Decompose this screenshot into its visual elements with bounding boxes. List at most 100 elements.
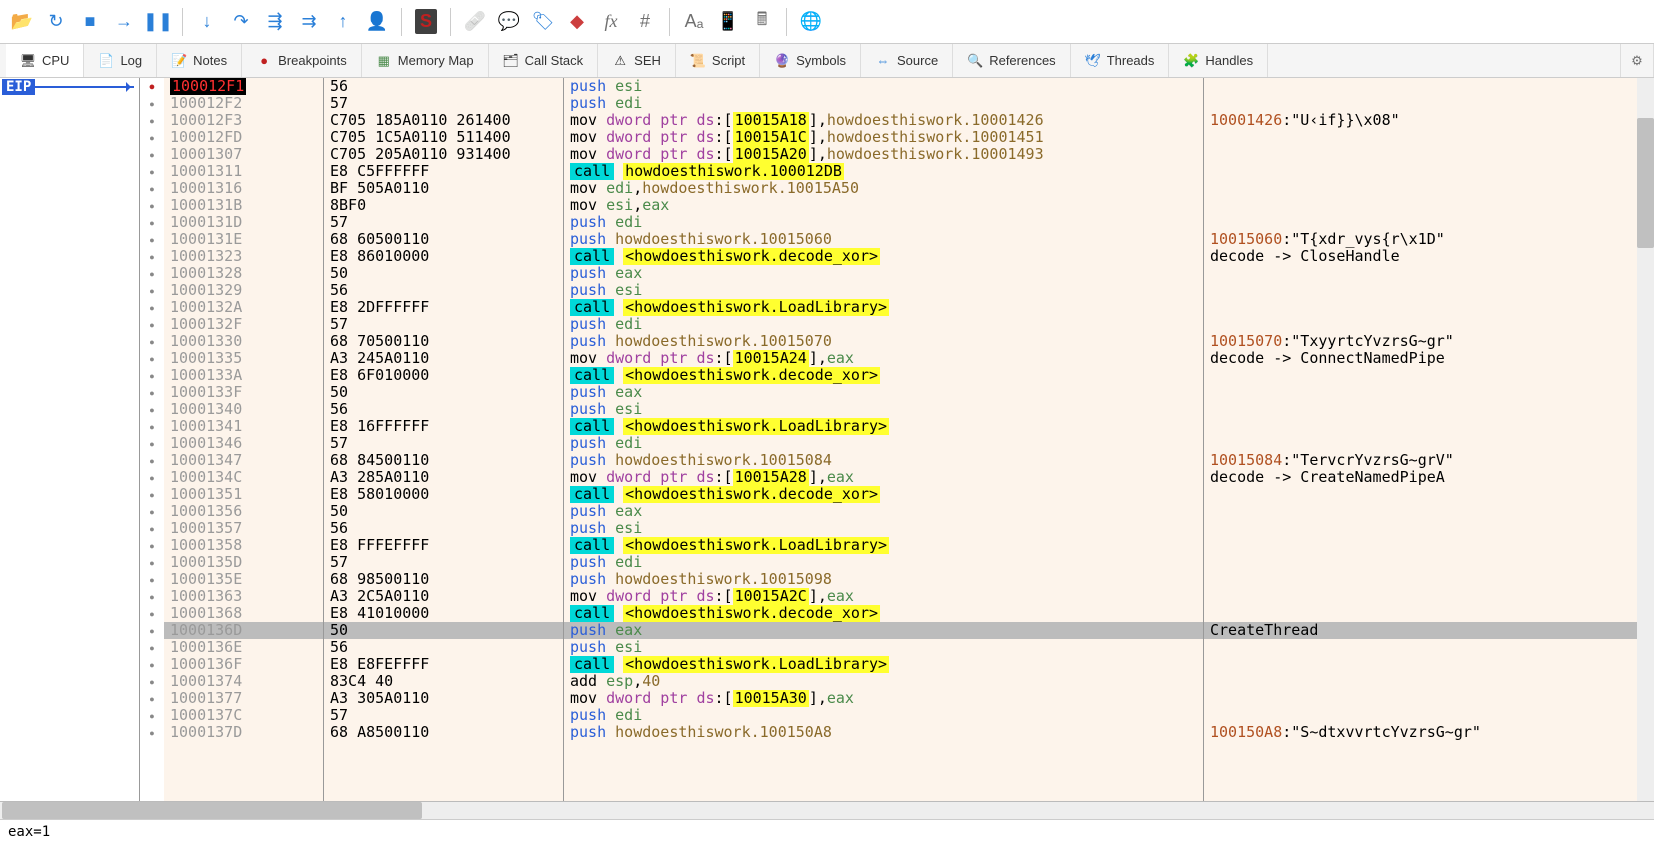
tab-references[interactable]: 🔍References: [953, 44, 1070, 77]
comment-cell[interactable]: 10015060:"T{xdr_vys{r\x1D": [1204, 231, 1654, 248]
comment-cell[interactable]: [1204, 129, 1654, 146]
bullet[interactable]: ●: [140, 571, 164, 588]
functions-icon[interactable]: fx: [595, 6, 627, 38]
disasm-cell[interactable]: call <howdoesthiswork.LoadLibrary>: [564, 537, 1203, 554]
comment-cell[interactable]: [1204, 367, 1654, 384]
disasm-cell[interactable]: mov dword ptr ds:[10015A30],eax: [564, 690, 1203, 707]
address-cell[interactable]: 10001341: [164, 418, 323, 435]
restart-icon[interactable]: ↻: [40, 6, 72, 38]
tab-options[interactable]: ⚙: [1620, 44, 1654, 77]
comment-cell[interactable]: [1204, 282, 1654, 299]
bullet[interactable]: ●: [140, 724, 164, 741]
comment-cell[interactable]: [1204, 401, 1654, 418]
bullet[interactable]: ●: [140, 248, 164, 265]
settings-icon[interactable]: 🌐: [795, 6, 827, 38]
disasm-cell[interactable]: push eax: [564, 384, 1203, 401]
bytes-cell[interactable]: 57: [324, 316, 563, 333]
bytes-cell[interactable]: 8BF0: [324, 197, 563, 214]
bytes-cell[interactable]: 57: [324, 214, 563, 231]
bullet[interactable]: ●: [140, 469, 164, 486]
comment-cell[interactable]: decode -> CreateNamedPipeA: [1204, 469, 1654, 486]
comment-cell[interactable]: [1204, 214, 1654, 231]
bytes-cell[interactable]: E8 2DFFFFFF: [324, 299, 563, 316]
bullet[interactable]: ●: [140, 163, 164, 180]
comment-cell[interactable]: [1204, 146, 1654, 163]
disasm-cell[interactable]: mov dword ptr ds:[10015A24],eax: [564, 350, 1203, 367]
bytes-cell[interactable]: 57: [324, 554, 563, 571]
comment-cell[interactable]: [1204, 316, 1654, 333]
bytes-cell[interactable]: 50: [324, 622, 563, 639]
comments-icon[interactable]: 💬: [493, 6, 525, 38]
disasm-cell[interactable]: mov esi,eax: [564, 197, 1203, 214]
address-cell[interactable]: 10001346: [164, 435, 323, 452]
bullet[interactable]: ●: [140, 146, 164, 163]
bullet[interactable]: ●: [140, 214, 164, 231]
bytes-cell[interactable]: 83C4 40: [324, 673, 563, 690]
bytes-cell[interactable]: 57: [324, 707, 563, 724]
disasm-cell[interactable]: push esi: [564, 401, 1203, 418]
run-till-return-icon[interactable]: ↑: [327, 6, 359, 38]
bullet[interactable]: ●: [140, 265, 164, 282]
address-cell[interactable]: 1000135E: [164, 571, 323, 588]
disasm-cell[interactable]: push edi: [564, 95, 1203, 112]
bytes-cell[interactable]: 68 84500110: [324, 452, 563, 469]
bytes-cell[interactable]: BF 505A0110: [324, 180, 563, 197]
bytes-cell[interactable]: E8 58010000: [324, 486, 563, 503]
disasm-cell[interactable]: call <howdoesthiswork.decode_xor>: [564, 248, 1203, 265]
bytes-cell[interactable]: 56: [324, 639, 563, 656]
bytes-cell[interactable]: C705 1C5A0110 511400: [324, 129, 563, 146]
comment-cell[interactable]: [1204, 673, 1654, 690]
bullet[interactable]: ●: [140, 333, 164, 350]
bytes-cell[interactable]: 56: [324, 401, 563, 418]
comment-cell[interactable]: [1204, 180, 1654, 197]
disasm-cell[interactable]: push edi: [564, 707, 1203, 724]
bytes-cell[interactable]: 56: [324, 520, 563, 537]
strings-icon[interactable]: Aₐ: [678, 6, 710, 38]
disasm-cell[interactable]: push edi: [564, 554, 1203, 571]
labels-icon[interactable]: 🏷: [527, 6, 559, 38]
bullet[interactable]: ●: [140, 452, 164, 469]
comment-cell[interactable]: 10015070:"TxyyrtcYvzrsG~gr": [1204, 333, 1654, 350]
address-cell[interactable]: 10001323: [164, 248, 323, 265]
address-cell[interactable]: 10001347: [164, 452, 323, 469]
address-cell[interactable]: 10001340: [164, 401, 323, 418]
bytes-cell[interactable]: 56: [324, 282, 563, 299]
bullet[interactable]: ●: [140, 605, 164, 622]
bullet[interactable]: ●: [140, 588, 164, 605]
comment-cell[interactable]: [1204, 571, 1654, 588]
bytes-column[interactable]: 56 57 C705 185A0110 261400C705 1C5A0110 51…: [324, 78, 564, 801]
tab-seh[interactable]: ⚠SEH: [598, 44, 676, 77]
disasm-cell[interactable]: mov dword ptr ds:[10015A1C],howdoesthisw…: [564, 129, 1203, 146]
bytes-cell[interactable]: E8 6F010000: [324, 367, 563, 384]
disasm-cell[interactable]: push edi: [564, 214, 1203, 231]
trace-into-icon[interactable]: ⇶: [259, 6, 291, 38]
bytes-cell[interactable]: A3 285A0110: [324, 469, 563, 486]
comment-cell[interactable]: [1204, 503, 1654, 520]
bullet[interactable]: ●: [140, 316, 164, 333]
bullet[interactable]: ●: [140, 197, 164, 214]
address-cell[interactable]: 1000137D: [164, 724, 323, 741]
address-cell[interactable]: 10001328: [164, 265, 323, 282]
comment-cell[interactable]: [1204, 605, 1654, 622]
bytes-cell[interactable]: C705 185A0110 261400: [324, 112, 563, 129]
step-over-icon[interactable]: ↷: [225, 6, 257, 38]
scylla-icon[interactable]: S: [410, 6, 442, 38]
tab-cpu[interactable]: 🖥CPU: [6, 44, 84, 77]
tab-memory-map[interactable]: ▦Memory Map: [362, 44, 489, 77]
bullet[interactable]: ●: [140, 656, 164, 673]
bullet[interactable]: ●: [140, 520, 164, 537]
disasm-cell[interactable]: call <howdoesthiswork.decode_xor>: [564, 486, 1203, 503]
address-cell[interactable]: 1000132A: [164, 299, 323, 316]
address-cell[interactable]: 10001357: [164, 520, 323, 537]
bullet[interactable]: ●: [140, 112, 164, 129]
bytes-cell[interactable]: A3 305A0110: [324, 690, 563, 707]
address-cell[interactable]: 10001358: [164, 537, 323, 554]
disasm-column[interactable]: push esipush edimov dword ptr ds:[10015A…: [564, 78, 1204, 801]
bytes-cell[interactable]: 57: [324, 435, 563, 452]
bytes-cell[interactable]: 68 98500110: [324, 571, 563, 588]
disasm-cell[interactable]: push esi: [564, 520, 1203, 537]
bytes-cell[interactable]: 50: [324, 384, 563, 401]
comment-cell[interactable]: [1204, 163, 1654, 180]
address-column[interactable]: 100012F1100012F2100012F3100012FD10001307…: [164, 78, 324, 801]
tab-symbols[interactable]: 🔮Symbols: [760, 44, 861, 77]
